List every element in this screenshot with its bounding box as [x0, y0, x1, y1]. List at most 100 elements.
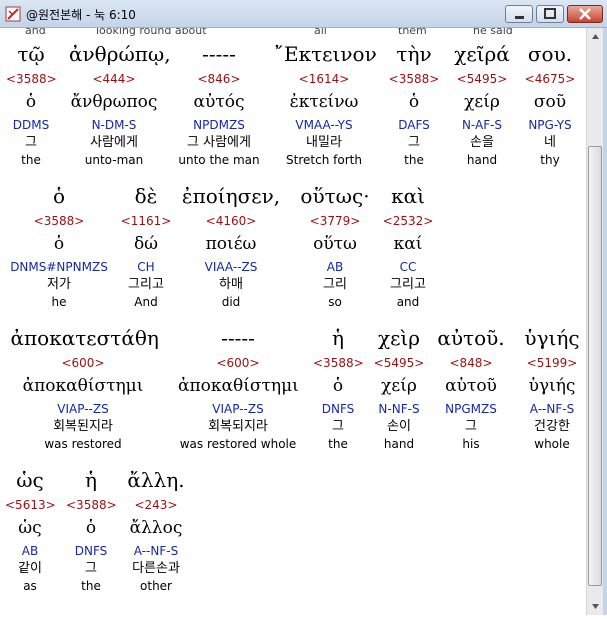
lemma: χείρ — [464, 92, 500, 112]
interlinear-word[interactable]: ἄλλη. <243> ἄλλος A--NF-S 다른손과 other — [106, 464, 206, 594]
greek-word: καὶ — [391, 184, 425, 208]
strongs-number[interactable]: <243> — [106, 496, 206, 514]
interlinear-word[interactable]: χεῖρά <5495> χείρ N-AF-S 손을 hand — [450, 38, 515, 168]
greek-word: ὑγιής — [524, 326, 580, 350]
strongs-number[interactable]: <3588> — [387, 70, 442, 88]
interlinear-word[interactable]: ῎Εκτεινον <1614> ἐκτείνω VMAA--YS 내밀라 Stretch… — [274, 38, 377, 168]
parsing-code: N-DM-S — [91, 118, 137, 132]
korean-gloss: 그 — [408, 135, 420, 150]
interlinear-word[interactable]: ἐποίησεν, <4160> ποιέω VIAA--ZS 하매 did — [181, 180, 281, 310]
lemma: ὁ — [408, 92, 420, 112]
english-gloss: the — [328, 437, 348, 451]
korean-gloss: 손을 — [470, 135, 494, 150]
partial-english: them — [398, 28, 427, 37]
parsing-code: AB — [21, 544, 39, 558]
lemma: ὡς — [18, 518, 42, 538]
strongs-number[interactable]: <5199> — [515, 354, 586, 372]
interlinear-word[interactable]: ὡς <5613> ὡς AB 같이 as — [5, 464, 56, 594]
lemma: ποιέω — [205, 234, 257, 254]
greek-word: ἀποκατεστάθη — [10, 326, 159, 350]
english-gloss: and — [396, 295, 420, 309]
strongs-number[interactable]: <444> — [69, 70, 159, 88]
title-bar[interactable]: @원전본해 - 눅 6:10 — [0, 0, 607, 28]
minimize-button[interactable] — [505, 5, 533, 23]
strongs-number[interactable]: <600> — [11, 354, 156, 372]
interlinear-word[interactable]: χεὶρ <5495> χείρ N-NF-S 손이 hand — [369, 322, 429, 452]
parsing-code: VIAP--ZS — [57, 402, 109, 416]
greek-word: ἄλλη. — [127, 468, 185, 492]
interlinear-word[interactable]: ὑγιής <5199> ὑγιής A--NF-S 건강한 whole — [515, 322, 586, 452]
strongs-number[interactable]: <1161> — [116, 212, 176, 230]
strongs-number[interactable]: <1614> — [274, 70, 374, 88]
vertical-scrollbar[interactable] — [586, 28, 604, 615]
greek-word: δὲ — [134, 184, 158, 208]
interlinear-word[interactable]: ὁ <3588> ὁ DNMS#NPNMZS 저가 he — [7, 180, 112, 310]
strongs-number[interactable]: <848> — [436, 354, 506, 372]
korean-gloss: 그 — [332, 419, 344, 434]
greek-word: τῷ — [17, 42, 45, 66]
close-button[interactable] — [567, 5, 603, 23]
lemma: ὑγιής — [528, 376, 576, 396]
korean-gloss: 그리고 — [128, 277, 164, 292]
maximize-button[interactable] — [536, 5, 564, 23]
strongs-number[interactable]: <3588> — [7, 212, 112, 230]
korean-gloss: 그 사람에게 — [187, 135, 251, 150]
strongs-number[interactable]: <5613> — [5, 496, 56, 514]
parsing-code: VMAA--YS — [295, 118, 353, 132]
scroll-up-button[interactable] — [587, 28, 604, 45]
english-gloss: thy — [540, 153, 560, 167]
english-gloss: hand — [466, 153, 498, 167]
lemma: ἄνθρωπος — [70, 92, 158, 112]
parsing-code: CC — [399, 260, 417, 274]
parsing-code: DAFS — [398, 118, 430, 132]
strongs-number[interactable]: <846> — [164, 70, 274, 88]
greek-word: ῎Εκτεινον — [274, 42, 377, 66]
window-title: @원전본해 - 눅 6:10 — [26, 8, 136, 22]
interlinear-word[interactable]: ἡ <3588> ὁ DNFS 그 the — [313, 322, 364, 452]
greek-word: ὡς — [16, 468, 44, 492]
strongs-number[interactable]: <4160> — [181, 212, 281, 230]
parsing-code: NPG-YS — [528, 118, 572, 132]
interlinear-word[interactable]: τὴν <3588> ὁ DAFS 그 the — [387, 38, 442, 168]
lemma: ὁ — [25, 92, 37, 112]
window-frame — [603, 28, 607, 615]
lemma: αὑτοῦ — [445, 376, 497, 396]
english-gloss: so — [328, 295, 342, 309]
lemma: σοῦ — [533, 92, 567, 112]
strongs-number[interactable]: <600> — [178, 354, 298, 372]
interlinear-word[interactable]: ----- <600> ἀποκαθίστημι VIAP--ZS 회복되지라 was r… — [178, 322, 299, 452]
parsing-code: NPGMZS — [445, 402, 497, 416]
partial-english: he said — [473, 28, 513, 37]
strongs-number[interactable]: <3779> — [298, 212, 373, 230]
interlinear-word[interactable]: τῷ <3588> ὁ DDMS 그 the — [6, 38, 57, 168]
strongs-number[interactable]: <3588> — [313, 354, 364, 372]
greek-word: οὕτως· — [300, 184, 370, 208]
interlinear-word[interactable]: ----- <846> αὐτός NPDMZS 그 사람에게 unto the man — [164, 38, 274, 168]
english-gloss: he — [51, 295, 67, 309]
strongs-number[interactable]: <3588> — [6, 70, 57, 88]
interlinear-word[interactable]: αὐτοῦ. <848> αὑτοῦ NPGMZS 그 his — [436, 322, 506, 452]
strongs-number[interactable]: <4675> — [520, 70, 580, 88]
close-icon — [579, 8, 591, 20]
parsing-code: DDMS — [12, 118, 50, 132]
scrollbar-thumb[interactable] — [588, 146, 602, 586]
greek-word: ἐποίησεν, — [181, 184, 281, 208]
english-gloss: unto the man — [178, 153, 260, 167]
interlinear-word[interactable]: δὲ <1161> δώ CH 그리고 And — [116, 180, 176, 310]
english-gloss: was restored whole — [179, 437, 297, 451]
parsing-code: A--NF-S — [529, 402, 575, 416]
interlinear-word[interactable]: καὶ <2532> καί CC 그리고 and — [378, 180, 438, 310]
interlinear-word[interactable]: ἀνθρώπῳ, <444> ἄνθρωπος N-DM-S 사람에게 unto-man — [69, 38, 171, 168]
interlinear-view[interactable]: and looking round about all them he said… — [1, 28, 585, 615]
strongs-number[interactable]: <5495> — [369, 354, 429, 372]
interlinear-word[interactable]: σου. <4675> σοῦ NPG-YS 네 thy — [520, 38, 580, 168]
strongs-number[interactable]: <5495> — [450, 70, 515, 88]
parsing-code: VIAA--ZS — [204, 260, 258, 274]
interlinear-word[interactable]: οὕτως· <3779> οὕτω AB 그리 so — [298, 180, 373, 310]
interlinear-word[interactable]: ἀποκατεστάθη <600> ἀποκαθίστημι VIAP--ZS 회복된… — [10, 322, 159, 452]
greek-word: ἀνθρώπῳ, — [69, 42, 171, 66]
scroll-down-button[interactable] — [587, 598, 604, 615]
korean-gloss: 그 — [25, 135, 37, 150]
parsing-code: DNFS — [321, 402, 355, 416]
strongs-number[interactable]: <2532> — [378, 212, 438, 230]
